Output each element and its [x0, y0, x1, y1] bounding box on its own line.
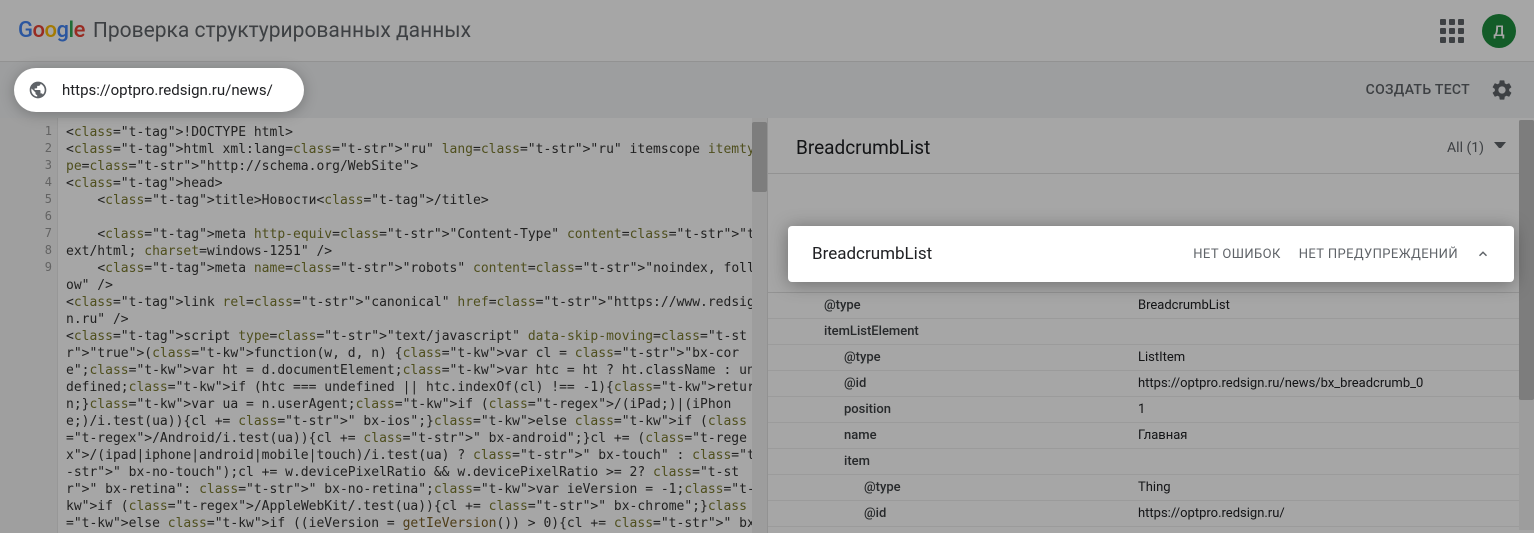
prop-key: itemListElement [768, 324, 1138, 339]
no-errors-label: НЕТ ОШИБОК [1193, 247, 1280, 262]
no-warnings-label: НЕТ ПРЕДУПРЕЖДЕНИЙ [1299, 247, 1458, 262]
prop-value: ListItem [1138, 350, 1534, 365]
results-panel: BreadcrumbList All (1) BreadcrumbList НЕ… [768, 118, 1534, 533]
prop-key: @id [768, 506, 1138, 521]
property-row[interactable]: @idhttps://optpro.redsign.ru/ [768, 501, 1534, 527]
prop-key: @id [768, 376, 1138, 391]
avatar[interactable]: Д [1482, 14, 1516, 48]
filter-dropdown[interactable]: All (1) [1447, 140, 1484, 156]
prop-value: Главная [1138, 428, 1534, 443]
properties-table: @typeBreadcrumbListitemListElement@typeL… [768, 292, 1534, 527]
prop-value: https://optpro.redsign.ru/news/bx_breadc… [1138, 376, 1534, 391]
detail-type-name: BreadcrumbList [812, 244, 1193, 264]
result-type-title: BreadcrumbList [796, 136, 1447, 159]
url-text: https://optpro.redsign.ru/news/ [62, 81, 273, 99]
results-scrollbar[interactable] [1519, 120, 1534, 530]
property-row[interactable]: itemListElement [768, 319, 1534, 345]
prop-value [1138, 324, 1534, 339]
google-logo: Google [18, 18, 85, 43]
tool-title: Проверка структурированных данных [93, 19, 471, 43]
prop-key: name [768, 428, 1138, 443]
code-content[interactable]: <class="t-tag">!DOCTYPE html> <class="t-… [0, 118, 767, 533]
prop-key: item [768, 454, 1138, 469]
source-code-panel: <class="t-tag">!DOCTYPE html> <class="t-… [0, 118, 768, 533]
globe-icon [28, 80, 48, 100]
property-row[interactable]: nameГлавная [768, 423, 1534, 449]
prop-value: https://optpro.redsign.ru/ [1138, 506, 1534, 521]
property-row[interactable]: position1 [768, 397, 1534, 423]
create-test-button[interactable]: СОЗДАТЬ ТЕСТ [1366, 82, 1470, 98]
code-scrollbar[interactable] [752, 118, 767, 533]
chevron-up-icon [1476, 247, 1490, 261]
property-row[interactable]: @typeListItem [768, 345, 1534, 371]
property-row[interactable]: @typeBreadcrumbList [768, 293, 1534, 319]
prop-key: position [768, 402, 1138, 417]
prop-key: @type [768, 298, 1138, 313]
prop-key: @type [768, 480, 1138, 495]
toolbar: https://optpro.redsign.ru/news/ СОЗДАТЬ … [0, 62, 1534, 118]
prop-value [1138, 454, 1534, 469]
property-row[interactable]: @typeThing [768, 475, 1534, 501]
prop-value: Thing [1138, 480, 1534, 495]
gear-icon[interactable] [1490, 78, 1514, 102]
result-detail-header[interactable]: BreadcrumbList НЕТ ОШИБОК НЕТ ПРЕДУПРЕЖД… [788, 226, 1514, 282]
url-input-container[interactable]: https://optpro.redsign.ru/news/ [14, 68, 304, 112]
results-header: BreadcrumbList All (1) [768, 118, 1534, 174]
property-row[interactable]: @idhttps://optpro.redsign.ru/news/bx_bre… [768, 371, 1534, 397]
prop-key: @type [768, 350, 1138, 365]
prop-value: 1 [1138, 402, 1534, 417]
chevron-down-icon [1494, 142, 1506, 154]
header-bar: Google Проверка структурированных данных… [0, 0, 1534, 62]
property-row[interactable]: item [768, 449, 1534, 475]
apps-icon[interactable] [1440, 19, 1464, 43]
prop-value: BreadcrumbList [1138, 298, 1534, 313]
